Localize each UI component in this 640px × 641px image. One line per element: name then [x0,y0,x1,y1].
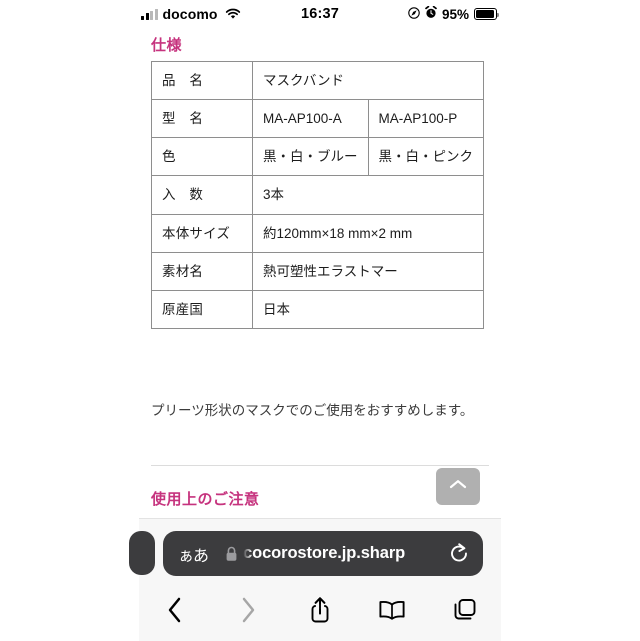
page-title: 仕様 [151,37,183,54]
table-row: 色 黒・白・ブルー 黒・白・ピンク [151,137,484,177]
chevron-up-icon [448,478,468,496]
row-label: 素材名 [151,251,253,291]
share-icon [309,596,331,629]
precautions-title: 使用上のご注意 [151,491,260,508]
row-label: 原産国 [151,289,253,330]
table-row: 原産国 日本 [151,289,484,330]
row-value: 熱可塑性エラストマー [252,251,484,291]
text-size-button[interactable]: ぁあ [178,542,209,566]
row-label: 品 名 [151,60,253,101]
row-value: 約120mm×18 mm×2 mm [252,213,484,253]
table-row: 本体サイズ 約120mm×18 mm×2 mm [151,213,484,253]
table-row: 素材名 熱可塑性エラストマー [151,251,484,291]
tabs-icon [452,597,478,628]
row-label: 入 数 [151,175,253,215]
row-value: 日本 [252,289,484,330]
safari-bottom-bar: ぁあ cocorostore.jp.sharp [129,518,501,641]
battery-percent-label: 95% [441,6,469,22]
lock-icon [225,546,238,562]
book-icon [378,599,406,626]
address-bar[interactable]: ぁあ cocorostore.jp.sharp [163,531,483,576]
share-button[interactable] [284,596,356,629]
tabs-button[interactable] [429,597,501,628]
usage-note: プリーツ形状のマスクでのご使用をおすすめします。 [151,403,474,418]
row-value-1: 黒・白・ブルー [252,137,369,177]
forward-button[interactable] [211,597,283,628]
row-value-1: MA-AP100-A [252,99,369,139]
row-value-2: 黒・白・ピンク [367,137,484,177]
browser-toolbar [139,587,501,637]
scroll-to-top-button[interactable] [436,468,480,505]
adjacent-tab-peek[interactable] [129,531,155,575]
url-label: cocorostore.jp.sharp [243,544,406,562]
web-page-content: 仕様 品 名 マスクバンド 型 名 MA-AP100-A MA-AP100-P … [139,28,501,518]
table-row: 品 名 マスクバンド [151,60,484,101]
reload-icon[interactable] [449,543,469,564]
phone-screen: docomo 16:37 95% 仕様 品 名 マスクバンド 型 名 MA-AP… [0,0,640,641]
row-value: マスクバンド [252,60,484,101]
chevron-left-icon [167,597,183,628]
row-label: 色 [151,137,253,177]
battery-icon [474,8,500,20]
table-row: 型 名 MA-AP100-A MA-AP100-P [151,99,484,139]
row-value: 3本 [252,175,484,215]
row-label: 本体サイズ [151,213,253,253]
status-bar: docomo 16:37 95% [139,0,501,28]
status-bar-right: 95% [408,5,500,22]
back-button[interactable] [139,597,211,628]
row-value-2: MA-AP100-P [367,99,484,139]
alarm-clock-icon [425,5,437,22]
table-row: 入 数 3本 [151,175,484,215]
location-arrow-icon [408,6,420,22]
spec-table: 品 名 マスクバンド 型 名 MA-AP100-A MA-AP100-P 色 黒… [151,60,484,330]
chevron-right-icon [240,597,256,628]
row-label: 型 名 [151,99,253,139]
section-divider [151,465,489,466]
bookmarks-button[interactable] [356,599,428,626]
